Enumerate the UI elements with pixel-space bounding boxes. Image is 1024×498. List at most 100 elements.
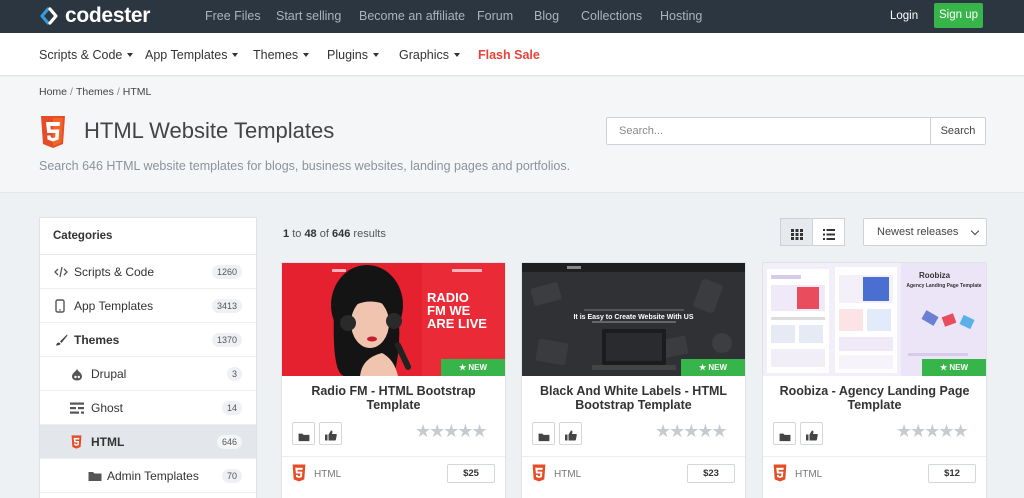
file-type: HTML (292, 464, 341, 485)
sort-selected-value: Newest releases (877, 226, 959, 238)
add-to-collection-button[interactable] (532, 422, 555, 445)
search-input[interactable]: Search... (606, 117, 931, 145)
breadcrumb-home[interactable]: Home (39, 86, 67, 98)
codester-logo-icon (39, 6, 59, 26)
rating-stars: ★★★★★ (415, 421, 488, 441)
breadcrumb-separator: / (70, 86, 73, 98)
product-thumbnail[interactable]: RADIO FM WE ARE LIVE ★ NEW (282, 263, 505, 376)
price-tag[interactable]: $25 (447, 464, 495, 483)
sidebar-item-ghost[interactable]: Ghost 14 (40, 391, 256, 425)
html5-icon (71, 435, 85, 449)
count-badge: 14 (221, 401, 242, 415)
add-to-collection-button[interactable] (292, 422, 315, 445)
folder-icon (779, 429, 791, 447)
count-badge: 646 (216, 435, 242, 449)
results-from: 1 (283, 228, 290, 240)
nav-free-files[interactable]: Free Files (205, 0, 261, 33)
signup-button[interactable]: Sign up (934, 3, 983, 28)
product-thumbnail[interactable]: It is Easy to Create Website With US ★ N… (522, 263, 745, 376)
count-badge: 3 (226, 367, 242, 381)
breadcrumb-html: HTML (122, 86, 152, 98)
new-badge: ★ NEW (681, 359, 745, 376)
star-icon: ★ (698, 363, 707, 372)
menu-themes[interactable]: Themes (253, 33, 310, 76)
menu-graphics[interactable]: Graphics (399, 33, 461, 76)
sidebar-item-drupal[interactable]: Drupal 3 (40, 357, 256, 391)
badge-label: NEW (949, 363, 969, 372)
breadcrumb-themes[interactable]: Themes (76, 86, 114, 98)
divider (522, 456, 745, 457)
sidebar-item-admin-templates[interactable]: Admin Templates 70 (40, 459, 256, 493)
product-title[interactable]: Black And White Labels - HTML Bootstrap … (532, 384, 735, 412)
menu-label: App Templates (145, 48, 228, 62)
menu-flash-sale[interactable]: Flash Sale (478, 33, 540, 76)
html5-icon (532, 464, 546, 485)
login-link[interactable]: Login (890, 0, 918, 33)
nav-collections[interactable]: Collections (581, 0, 642, 33)
like-button[interactable] (319, 422, 342, 445)
product-card[interactable]: It is Easy to Create Website With US ★ N… (521, 262, 746, 498)
thumbnail-headline: RADIO FM WE ARE LIVE (427, 290, 487, 331)
sidebar-item-label: HTML (91, 435, 125, 449)
results-to: 48 (304, 228, 317, 240)
divider (282, 456, 505, 457)
page-header: Home / Themes / HTML HTML Website Templates … (0, 77, 1024, 193)
price-tag[interactable]: $23 (687, 464, 735, 483)
sidebar-item-label: Themes (74, 333, 120, 347)
menu-app-templates[interactable]: App Templates (145, 33, 239, 76)
nav-blog[interactable]: Blog (534, 0, 559, 33)
sort-select[interactable]: Newest releases (863, 218, 987, 246)
breadcrumb: Home / Themes / HTML (39, 86, 151, 98)
like-button[interactable] (559, 422, 582, 445)
drupal-icon (71, 368, 85, 381)
sidebar-item-label: Drupal (91, 367, 127, 381)
new-badge: ★ NEW (441, 359, 505, 376)
star-icon: ★ (939, 363, 948, 372)
menu-plugins[interactable]: Plugins (327, 33, 379, 76)
add-to-collection-button[interactable] (773, 422, 796, 445)
caret-down-icon (127, 53, 134, 57)
like-button[interactable] (800, 422, 823, 445)
folder-icon (298, 429, 310, 447)
caret-down-icon (232, 53, 239, 57)
folder-icon (88, 470, 102, 482)
file-type: HTML (773, 464, 822, 485)
search-button[interactable]: Search (930, 117, 986, 145)
count-badge: 70 (221, 469, 242, 483)
sidebar-item-themes[interactable]: Themes 1370 (40, 323, 256, 357)
results-to-word: to (292, 228, 302, 240)
sidebar-item-scripts-code[interactable]: Scripts & Code 1260 (40, 255, 256, 289)
breadcrumb-separator: / (116, 86, 120, 98)
product-card[interactable]: RADIO FM WE ARE LIVE ★ NEW Radio FM - HT… (281, 262, 506, 498)
product-card[interactable]: Roobiza Agency Landing Page Template ★ N… (762, 262, 987, 498)
divider (763, 456, 986, 457)
price-tag[interactable]: $12 (928, 464, 976, 483)
list-view-button[interactable] (812, 218, 845, 246)
new-badge: ★ NEW (922, 359, 986, 376)
grid-view-button[interactable] (780, 218, 813, 246)
caret-down-icon (303, 53, 310, 57)
sidebar-item-html[interactable]: HTML 646 (40, 425, 256, 459)
count-badge: 1370 (211, 333, 242, 347)
menu-label: Themes (253, 48, 299, 62)
sidebar-item-app-templates[interactable]: App Templates 3413 (40, 289, 256, 323)
count-badge: 1260 (211, 265, 242, 279)
results-count: 1 to 48 of 646 results (283, 228, 386, 240)
thumbnail-subtitle: Agency Landing Page Template (906, 283, 982, 289)
folder-icon (538, 429, 550, 447)
thumbnail-brand: Roobiza (919, 271, 951, 280)
menu-scripts-code[interactable]: Scripts & Code (39, 33, 134, 76)
product-title[interactable]: Radio FM - HTML Bootstrap Template (292, 384, 495, 412)
nav-forum[interactable]: Forum (477, 0, 513, 33)
nav-hosting[interactable]: Hosting (660, 0, 702, 33)
menu-label: Graphics (399, 48, 450, 62)
menu-label: Scripts & Code (39, 48, 123, 62)
product-title[interactable]: Roobiza - Agency Landing Page Template (773, 384, 976, 412)
brand-logo[interactable]: codester (39, 4, 150, 28)
rating-stars: ★★★★★ (655, 421, 728, 441)
nav-become-affiliate[interactable]: Become an affiliate (359, 0, 465, 33)
nav-start-selling[interactable]: Start selling (276, 0, 341, 33)
product-thumbnail[interactable]: Roobiza Agency Landing Page Template ★ N… (763, 263, 986, 376)
page-subtitle: Search 646 HTML website templates for bl… (39, 159, 571, 173)
sidebar-heading: Categories (40, 218, 256, 255)
